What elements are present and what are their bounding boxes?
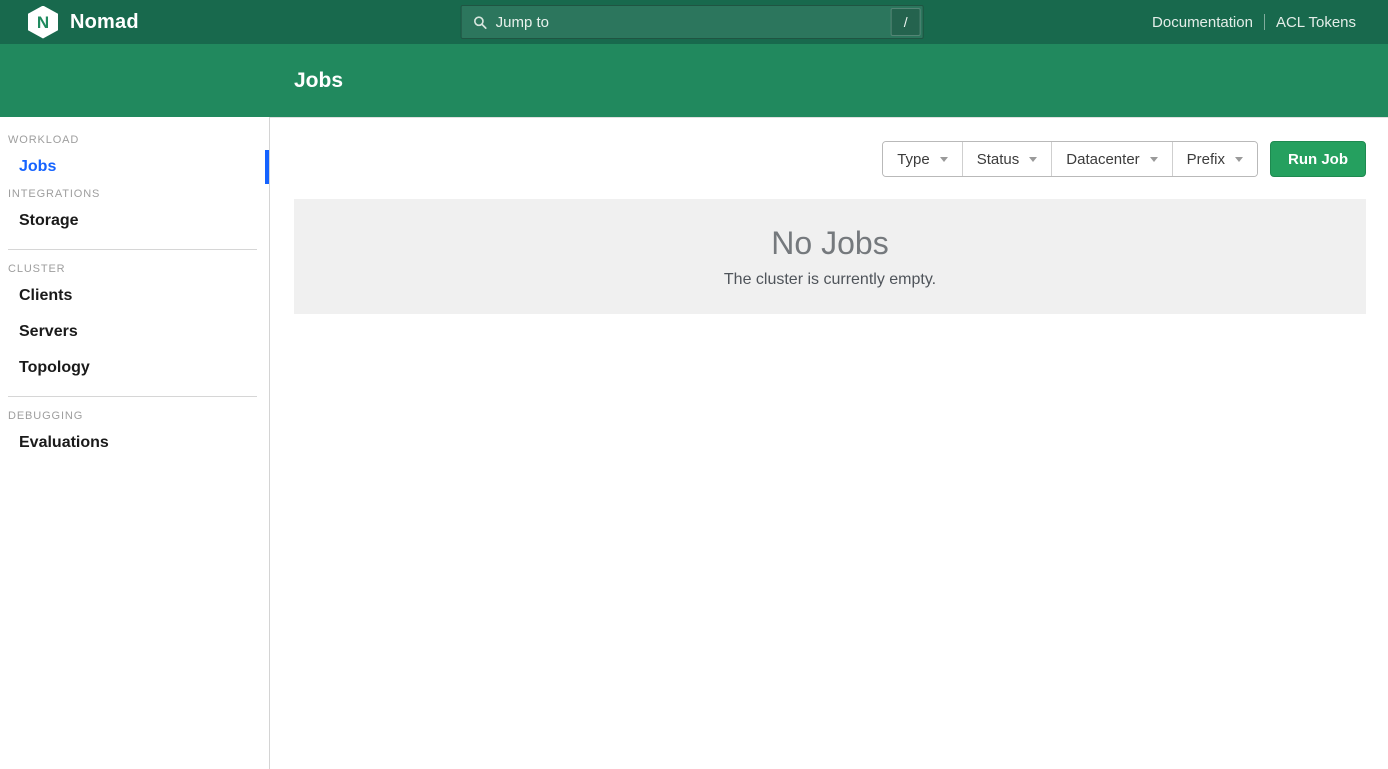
sidebar: WORKLOAD Jobs INTEGRATIONS Storage CLUST… <box>0 117 270 769</box>
empty-state-message: The cluster is currently empty. <box>724 271 936 289</box>
top-navbar: N Nomad / Documentation ACL Tokens <box>0 0 1388 44</box>
empty-state-panel: No Jobs The cluster is currently empty. <box>294 199 1366 314</box>
jump-to-search[interactable]: / <box>461 5 924 39</box>
sidebar-divider <box>8 396 257 397</box>
filter-toolbar: Type Status Datacenter Prefix <box>294 141 1366 177</box>
run-job-button[interactable]: Run Job <box>1270 141 1366 177</box>
main-content: Type Status Datacenter Prefix <box>270 117 1388 769</box>
sidebar-section-integrations: INTEGRATIONS <box>0 185 269 203</box>
sidebar-section-cluster: CLUSTER <box>0 260 269 278</box>
sidebar-section-debugging: DEBUGGING <box>0 407 269 425</box>
datacenter-filter-dropdown[interactable]: Datacenter <box>1051 142 1171 176</box>
sidebar-section-workload: WORKLOAD <box>0 131 269 149</box>
sidebar-item-evaluations[interactable]: Evaluations <box>0 425 269 461</box>
type-filter-dropdown[interactable]: Type <box>883 142 962 176</box>
chevron-down-icon <box>1029 157 1037 162</box>
top-links: Documentation ACL Tokens <box>1152 14 1356 31</box>
chevron-down-icon <box>1150 157 1158 162</box>
nomad-logo-icon: N <box>28 6 58 39</box>
nomad-app: N Nomad / Documentation ACL Tokens Jobs … <box>0 0 1388 769</box>
sidebar-item-topology[interactable]: Topology <box>0 350 269 386</box>
acl-tokens-link[interactable]: ACL Tokens <box>1276 14 1356 31</box>
sidebar-item-storage[interactable]: Storage <box>0 203 269 239</box>
link-separator <box>1264 14 1265 30</box>
empty-state-title: No Jobs <box>771 225 888 262</box>
keyboard-shortcut-hint: / <box>891 8 921 36</box>
sidebar-item-servers[interactable]: Servers <box>0 314 269 350</box>
chevron-down-icon <box>940 157 948 162</box>
brand-name: Nomad <box>70 11 139 34</box>
prefix-filter-dropdown[interactable]: Prefix <box>1172 142 1257 176</box>
filter-button-group: Type Status Datacenter Prefix <box>882 141 1258 177</box>
search-icon <box>473 15 488 30</box>
documentation-link[interactable]: Documentation <box>1152 14 1253 31</box>
brand[interactable]: N Nomad <box>28 6 139 39</box>
chevron-down-icon <box>1235 157 1243 162</box>
sidebar-item-jobs[interactable]: Jobs <box>0 149 269 185</box>
page-title: Jobs <box>294 69 343 93</box>
sidebar-item-clients[interactable]: Clients <box>0 278 269 314</box>
search-input[interactable] <box>488 6 891 38</box>
page-header: Jobs <box>0 44 1388 117</box>
status-filter-dropdown[interactable]: Status <box>962 142 1052 176</box>
sidebar-divider <box>8 249 257 250</box>
active-indicator <box>265 150 269 184</box>
